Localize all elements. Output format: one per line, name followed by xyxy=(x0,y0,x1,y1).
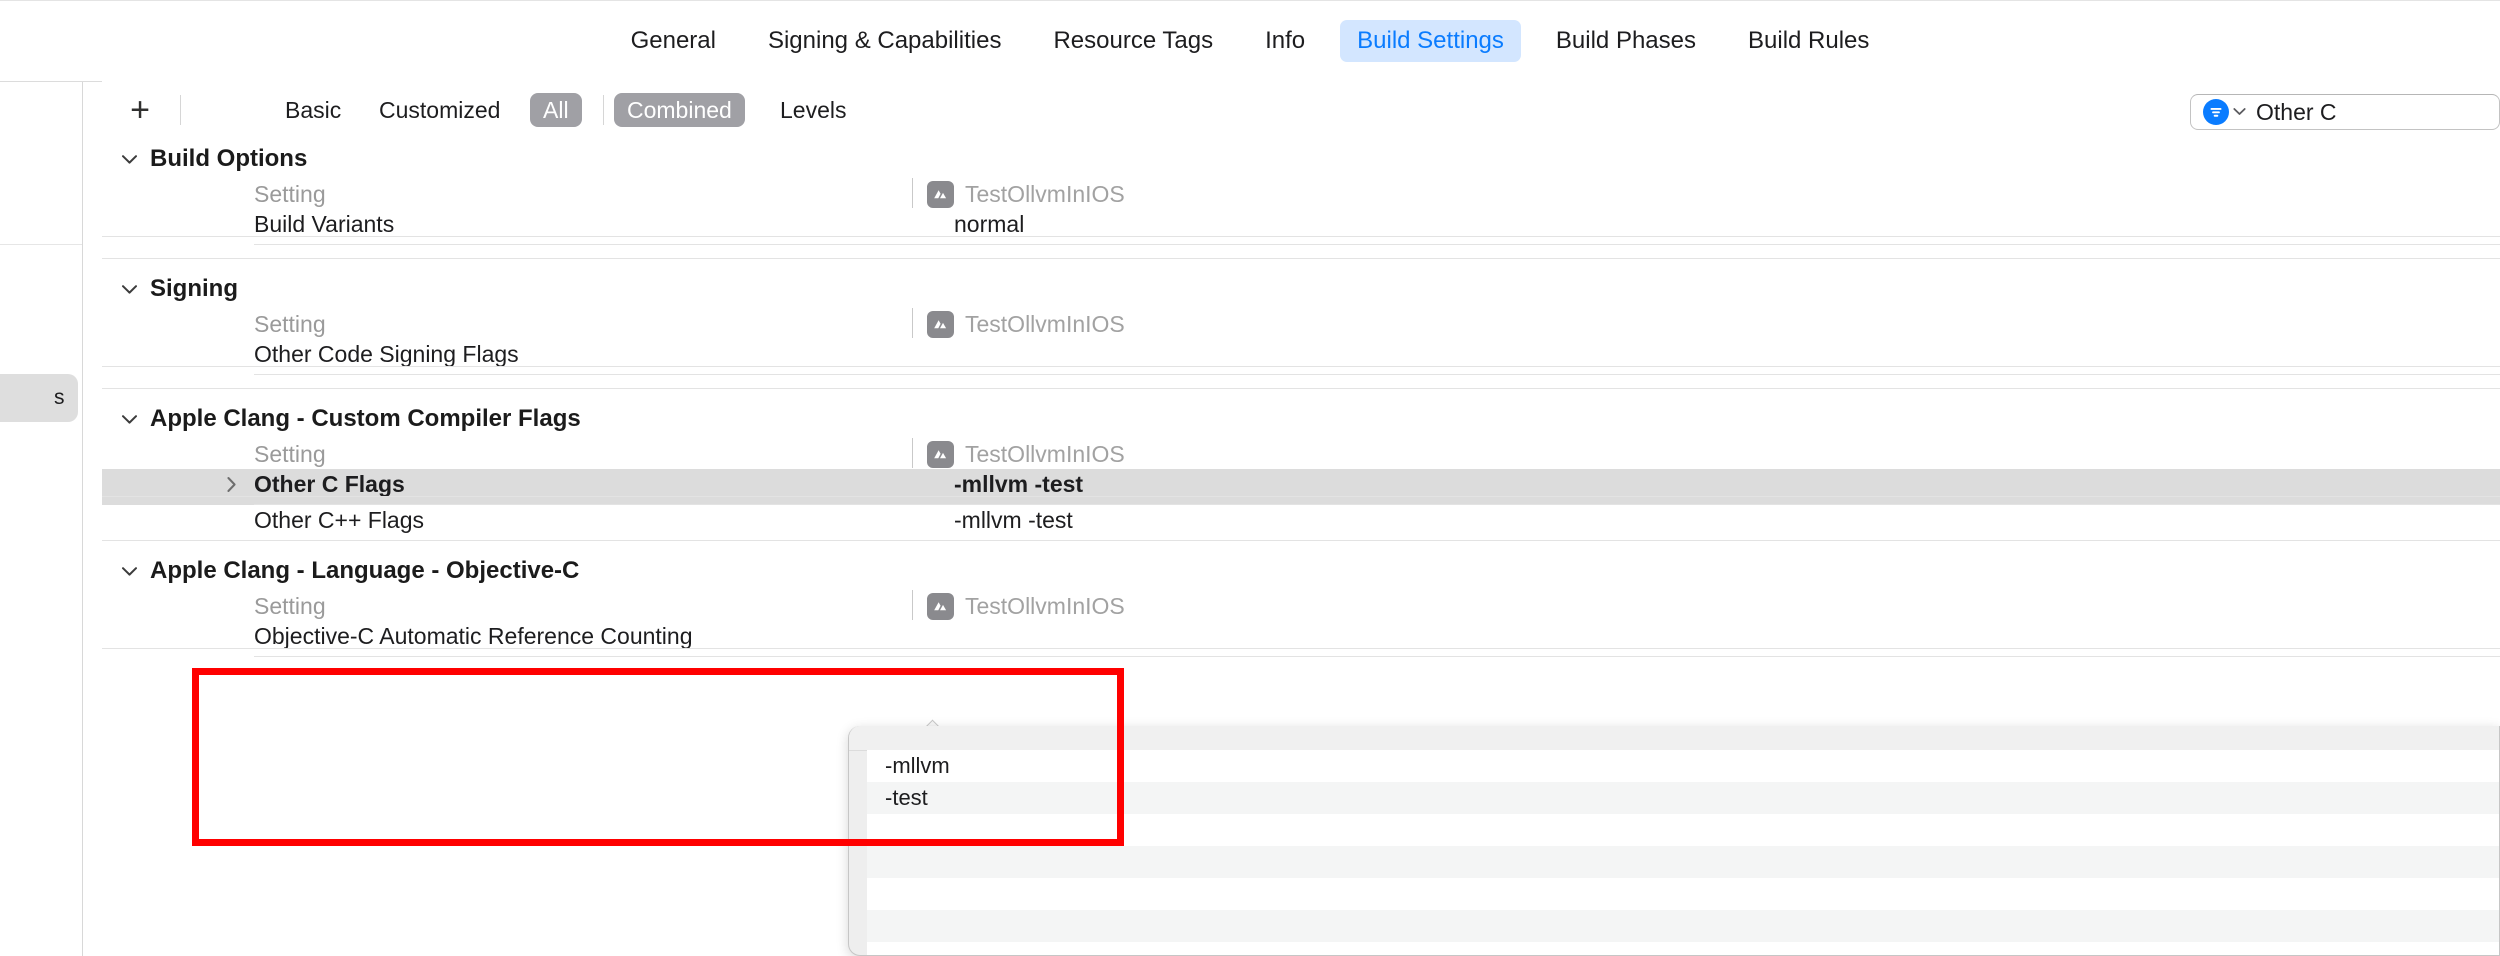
navigator-selected-item-label: s xyxy=(54,386,65,410)
popover-value-row[interactable]: -mllvm xyxy=(867,750,2500,782)
popover-empty-row xyxy=(867,846,2500,878)
navigator-selected-item[interactable]: s xyxy=(0,374,78,422)
chevron-down-icon[interactable] xyxy=(112,414,146,425)
target-name: TestOllvmInIOS xyxy=(965,311,1125,338)
popover-empty-row xyxy=(867,814,2500,846)
app-store-icon xyxy=(927,441,954,468)
popover-empty-row xyxy=(867,942,2500,955)
chevron-down-icon[interactable] xyxy=(112,154,146,165)
column-header-target: TestOllvmInIOS xyxy=(912,311,1125,338)
add-setting-button[interactable]: + xyxy=(122,92,158,128)
group-header[interactable]: Build Options xyxy=(102,140,307,178)
search-input[interactable]: Other C xyxy=(2190,94,2500,130)
tab-build-settings[interactable]: Build Settings xyxy=(1340,20,1521,62)
column-header-target: TestOllvmInIOS xyxy=(912,593,1125,620)
build-settings-toolbar: + Basic Customized All Combined Levels O… xyxy=(102,81,2500,141)
tab-build-rules[interactable]: Build Rules xyxy=(1731,20,1886,62)
column-header-setting: Setting xyxy=(254,593,326,620)
group-separator xyxy=(102,388,2500,389)
setting-name: Objective-C Automatic Reference Counting xyxy=(254,623,693,650)
column-divider xyxy=(912,178,913,208)
setting-value[interactable]: normal xyxy=(954,211,1024,238)
value-editor-popover: -mllvm-test xyxy=(848,726,2500,956)
row-separator xyxy=(254,374,2500,375)
setting-name: Build Variants xyxy=(254,211,394,238)
search-input-value: Other C xyxy=(2256,99,2337,126)
popover-top-strip xyxy=(849,726,2500,751)
column-divider xyxy=(912,308,913,338)
target-name: TestOllvmInIOS xyxy=(965,181,1125,208)
column-header-target: TestOllvmInIOS xyxy=(912,181,1125,208)
popover-empty-row xyxy=(867,878,2500,910)
target-name: TestOllvmInIOS xyxy=(965,593,1125,620)
toolbar-divider-1 xyxy=(180,95,181,125)
app-store-icon xyxy=(927,311,954,338)
popover-empty-row xyxy=(867,910,2500,942)
editor-tab-bar: General Signing & Capabilities Resource Ta… xyxy=(0,0,2500,82)
tab-general[interactable]: General xyxy=(614,20,733,62)
target-name: TestOllvmInIOS xyxy=(965,441,1125,468)
filter-customized-button[interactable]: Customized xyxy=(366,93,513,127)
group-title: Apple Clang - Language - Objective-C xyxy=(150,557,579,585)
tab-signing-capabilities[interactable]: Signing & Capabilities xyxy=(751,20,1018,62)
filter-all-button[interactable]: All xyxy=(530,93,582,127)
table-row[interactable]: Other Code Signing Flags xyxy=(102,339,2500,375)
tab-resource-tags[interactable]: Resource Tags xyxy=(1036,20,1230,62)
column-divider xyxy=(912,438,913,468)
filter-basic-button[interactable]: Basic xyxy=(272,93,354,127)
group-title: Build Options xyxy=(150,145,307,173)
group-separator xyxy=(102,366,2500,367)
table-row[interactable]: Other C++ Flags -mllvm -test xyxy=(102,505,2500,541)
group-header[interactable]: Apple Clang - Custom Compiler Flags xyxy=(102,400,581,438)
popover-value-row[interactable]: -test xyxy=(867,782,2500,814)
setting-name: Other C Flags xyxy=(254,471,405,498)
group-separator xyxy=(102,540,2500,541)
column-header-setting: Setting xyxy=(254,181,326,208)
group-title: Signing xyxy=(150,275,238,303)
app-store-icon xyxy=(927,181,954,208)
row-separator xyxy=(254,656,2500,657)
setting-value[interactable]: -mllvm -test xyxy=(954,507,1073,534)
column-header-target: TestOllvmInIOS xyxy=(912,441,1125,468)
table-row[interactable]: Objective-C Automatic Reference Counting xyxy=(102,621,2500,657)
table-row[interactable]: Other C Flags -mllvm -test xyxy=(102,469,2500,505)
chevron-down-icon[interactable] xyxy=(112,284,146,295)
column-header-setting: Setting xyxy=(254,311,326,338)
column-header-setting: Setting xyxy=(254,441,326,468)
chevron-down-icon[interactable] xyxy=(112,566,146,577)
setting-value[interactable]: -mllvm -test xyxy=(954,471,1083,498)
group-title: Apple Clang - Custom Compiler Flags xyxy=(150,405,581,433)
setting-name: Other C++ Flags xyxy=(254,507,424,534)
group-header[interactable]: Signing xyxy=(102,270,238,308)
group-separator xyxy=(102,236,2500,237)
navigator-divider xyxy=(0,244,82,245)
filter-combined-button[interactable]: Combined xyxy=(614,93,745,127)
column-divider xyxy=(912,590,913,620)
filter-icon[interactable] xyxy=(2203,99,2229,125)
project-navigator-sidebar: s s xyxy=(0,72,83,956)
setting-name: Other Code Signing Flags xyxy=(254,341,519,368)
chevron-right-icon[interactable] xyxy=(226,476,237,493)
navigator-item-fragment[interactable]: s xyxy=(0,198,1,222)
popover-value-list: -mllvm-test xyxy=(867,750,2500,955)
group-separator xyxy=(102,496,2500,497)
row-separator xyxy=(254,244,2500,245)
chevron-down-icon[interactable] xyxy=(2233,104,2246,120)
group-separator xyxy=(102,258,2500,259)
group-header[interactable]: Apple Clang - Language - Objective-C xyxy=(102,552,579,590)
tab-info[interactable]: Info xyxy=(1248,20,1322,62)
app-store-icon xyxy=(927,593,954,620)
group-separator xyxy=(102,648,2500,649)
table-row[interactable]: Build Variants normal xyxy=(102,209,2500,245)
filter-levels-button[interactable]: Levels xyxy=(767,93,859,127)
xcode-build-settings-window: s s General Signing & Capabilities Resourc… xyxy=(0,0,2500,956)
tab-build-phases[interactable]: Build Phases xyxy=(1539,20,1713,62)
toolbar-divider-2 xyxy=(603,95,604,125)
